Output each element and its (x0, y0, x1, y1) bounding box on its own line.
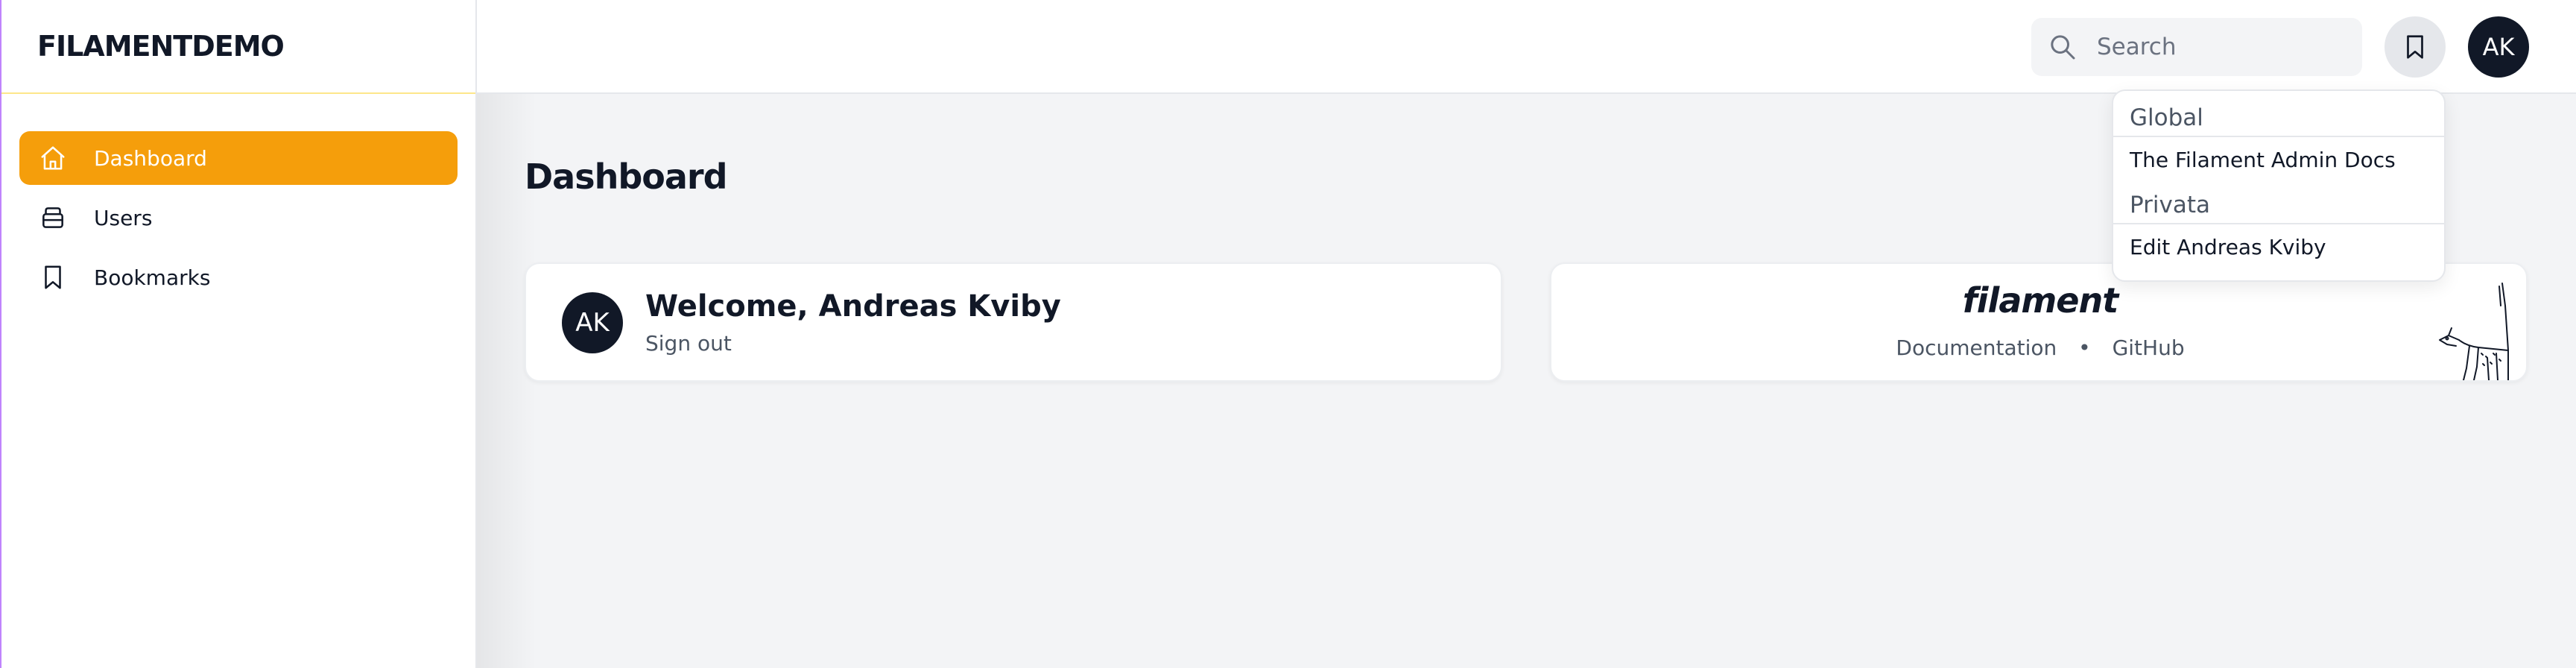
bookmarks-button[interactable] (2384, 16, 2446, 78)
sidebar-nav: Dashboard Users Bookmarks (1, 94, 475, 304)
sidebar-item-label: Bookmarks (94, 265, 211, 290)
dropdown-item[interactable]: The Filament Admin Docs (2113, 137, 2444, 186)
brand-logo[interactable]: FILAMENTDEMO (1, 0, 475, 94)
welcome-heading: Welcome, Andreas Kviby (645, 289, 1061, 324)
sidebar-item-label: Users (94, 205, 153, 230)
sidebar-item-label: Dashboard (94, 145, 207, 171)
page-title: Dashboard (525, 157, 728, 197)
sign-out-link[interactable]: Sign out (645, 331, 732, 356)
mascot-illustration (2439, 283, 2509, 380)
bookmarks-dropdown: Global The Filament Admin Docs Privata E… (2112, 89, 2446, 282)
dropdown-group-title: Privata (2113, 186, 2444, 224)
home-icon (41, 146, 65, 170)
search-icon (2051, 35, 2075, 60)
sidebar-item-bookmarks[interactable]: Bookmarks (19, 250, 458, 304)
dropdown-item[interactable]: Edit Andreas Kviby (2113, 224, 2444, 273)
database-icon (42, 207, 63, 228)
github-link[interactable]: GitHub (2113, 335, 2185, 360)
avatar: AK (562, 292, 623, 353)
documentation-link[interactable]: Documentation (1896, 335, 2057, 360)
user-avatar[interactable]: AK (2468, 16, 2529, 78)
bookmark-icon (45, 265, 61, 289)
separator: • (2078, 335, 2091, 360)
dropdown-group-title: Global (2113, 98, 2444, 137)
search-input[interactable] (2097, 34, 2335, 60)
global-search[interactable] (2031, 18, 2362, 76)
sidebar: FILAMENTDEMO Dashboard Users Bookmarks (0, 0, 477, 668)
filament-logo[interactable]: filament (1551, 280, 2526, 321)
sidebar-item-users[interactable]: Users (19, 191, 458, 245)
sidebar-item-dashboard[interactable]: Dashboard (19, 131, 458, 185)
bookmark-icon (2407, 35, 2423, 59)
account-widget: AK Welcome, Andreas Kviby Sign out (525, 262, 1502, 382)
filament-links: Documentation • GitHub (1551, 335, 2526, 360)
